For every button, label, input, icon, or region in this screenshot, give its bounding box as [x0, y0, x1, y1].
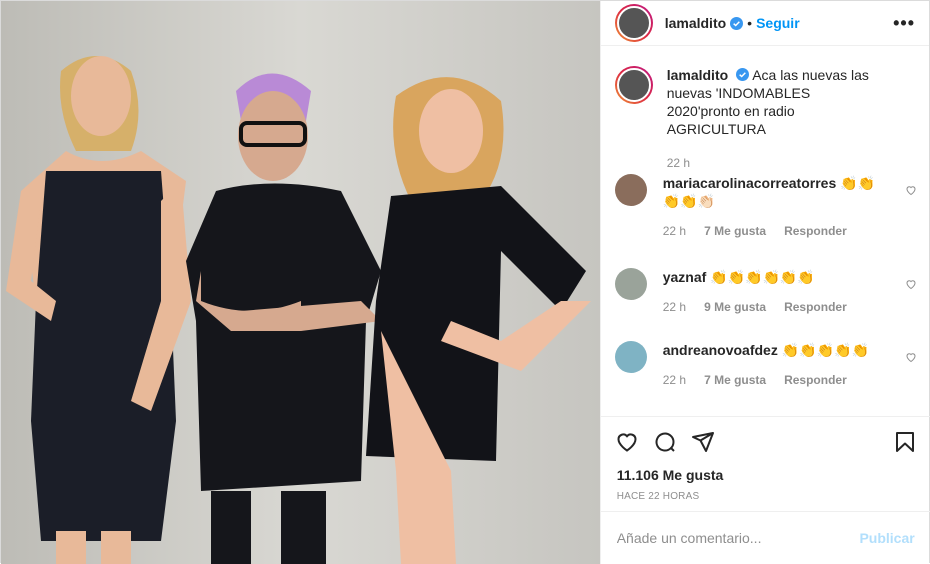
separator-dot: •	[747, 15, 752, 31]
caption-avatar[interactable]	[615, 66, 653, 104]
verified-badge-icon	[736, 68, 749, 81]
heart-icon[interactable]	[905, 278, 917, 290]
post-photo[interactable]	[1, 1, 600, 564]
heart-icon[interactable]	[615, 430, 639, 454]
comment-icon[interactable]	[653, 430, 677, 454]
comments-list[interactable]: lamaldito Aca las nuevas las nuevas 'IND…	[601, 46, 930, 416]
comment-likes[interactable]: 9 Me gusta	[704, 298, 766, 316]
commenter-avatar[interactable]	[615, 341, 647, 373]
post-timestamp[interactable]: HACE 22 HORAS	[601, 483, 930, 502]
comment-text: 👏👏👏👏👏	[782, 342, 869, 358]
comment-likes[interactable]: 7 Me gusta	[704, 222, 766, 240]
post-actions: 11.106 Me gusta HACE 22 HORAS	[601, 416, 930, 502]
post-sidebar: lamaldito • Seguir ••• lamaldito Aca las…	[600, 1, 929, 564]
comment-text: 👏👏👏👏👏👏	[710, 269, 815, 285]
publish-button[interactable]: Publicar	[859, 530, 914, 546]
more-options-icon[interactable]: •••	[893, 13, 915, 34]
caption-username[interactable]: lamaldito	[667, 67, 728, 83]
commenter-avatar[interactable]	[615, 174, 647, 206]
comment-username[interactable]: mariacarolinacorreatorres	[663, 175, 837, 191]
action-bar	[601, 417, 930, 467]
commenter-avatar[interactable]	[615, 268, 647, 300]
comment-likes[interactable]: 7 Me gusta	[704, 371, 766, 389]
paper-plane-icon[interactable]	[691, 430, 715, 454]
comment-username[interactable]: andreanovoafdez	[663, 342, 778, 358]
heart-icon[interactable]	[905, 351, 917, 363]
caption-time[interactable]: 22 h	[667, 154, 690, 172]
heart-icon[interactable]	[905, 184, 917, 196]
caption: lamaldito Aca las nuevas las nuevas 'IND…	[615, 66, 917, 172]
photo-illustration	[1, 1, 600, 564]
reply-button[interactable]: Responder	[784, 298, 847, 316]
reply-button[interactable]: Responder	[784, 222, 847, 240]
comment-item: andreanovoafdez 👏👏👏👏👏 22 h 7 Me gusta Re…	[615, 341, 917, 389]
comment-time[interactable]: 22 h	[663, 222, 686, 240]
author-avatar[interactable]	[615, 4, 653, 42]
comment-username[interactable]: yaznaf	[663, 269, 707, 285]
author-username[interactable]: lamaldito	[665, 15, 726, 31]
add-comment-bar: Publicar	[601, 511, 930, 564]
instagram-post: lamaldito • Seguir ••• lamaldito Aca las…	[0, 0, 930, 563]
bookmark-icon[interactable]	[893, 430, 917, 454]
verified-badge-icon	[730, 17, 743, 30]
comment-time[interactable]: 22 h	[663, 298, 686, 316]
reply-button[interactable]: Responder	[784, 371, 847, 389]
comment-time[interactable]: 22 h	[663, 371, 686, 389]
comment-item: mariacarolinacorreatorres 👏👏👏👏👏🏻 22 h 7 …	[615, 174, 917, 240]
comment-item: yaznaf 👏👏👏👏👏👏 22 h 9 Me gusta Responder	[615, 268, 917, 316]
follow-button[interactable]: Seguir	[756, 15, 800, 31]
comment-input[interactable]	[617, 530, 860, 546]
post-header: lamaldito • Seguir •••	[601, 1, 929, 46]
likes-count[interactable]: 11.106 Me gusta	[601, 467, 930, 483]
